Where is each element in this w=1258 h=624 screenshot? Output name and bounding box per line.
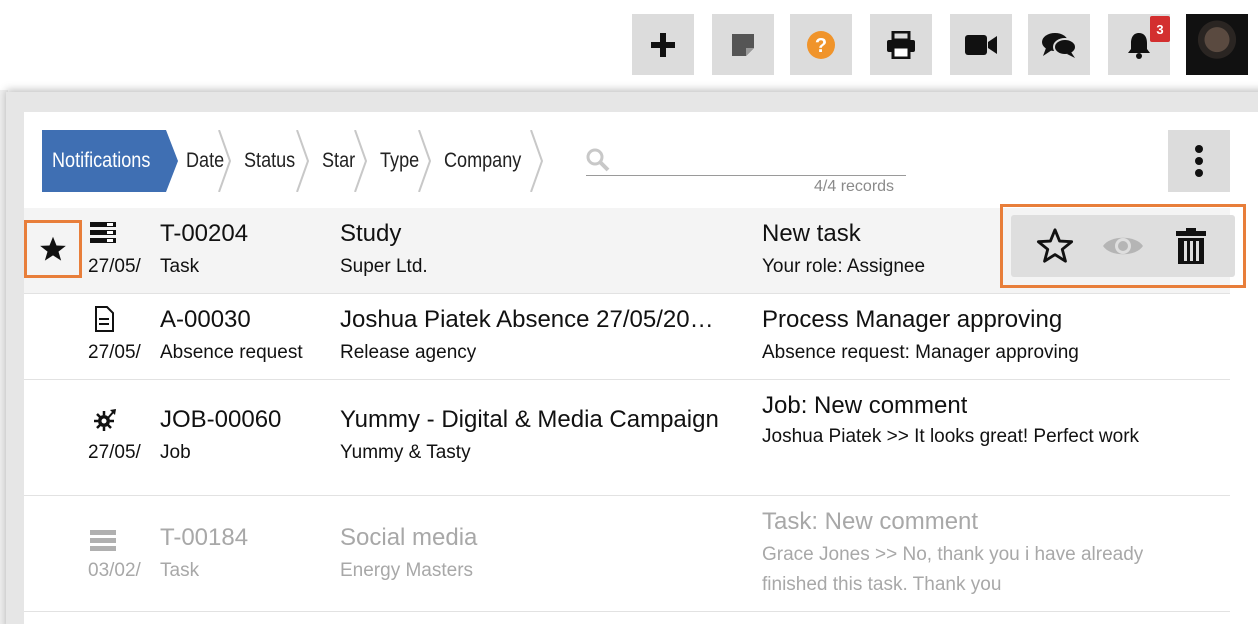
document-icon — [95, 306, 114, 332]
bell-icon — [1128, 32, 1150, 59]
task-icon — [90, 530, 116, 551]
notification-event: Process Manager approving — [762, 306, 1063, 333]
notification-date: 27/05/ — [88, 342, 141, 363]
notification-count-badge: 3 — [1150, 16, 1170, 42]
notification-date: 27/05/ — [88, 256, 141, 277]
star-outline-icon — [1036, 228, 1074, 263]
search-input[interactable] — [616, 146, 904, 174]
notification-company: Release agency — [340, 342, 477, 363]
star-button[interactable] — [1025, 221, 1085, 271]
notification-ref: A-00030 — [160, 306, 251, 333]
notification-company: Super Ltd. — [340, 256, 428, 277]
notification-type: Task — [160, 256, 200, 277]
notification-date: 27/05/ — [88, 442, 141, 463]
tab-type[interactable]: Type — [362, 130, 432, 192]
notification-title: Joshua Piatek Absence 27/05/20… — [340, 306, 714, 333]
chat-icon — [1042, 32, 1077, 58]
tab-separator-icon — [530, 130, 544, 192]
notification-ref: T-00204 — [160, 220, 249, 247]
notification-event: Task: New comment — [762, 508, 979, 535]
notification-row[interactable]: 03/02/ T-00184 Task Social media Energy … — [24, 496, 1230, 612]
notification-ref: T-00184 — [160, 524, 249, 551]
row-actions-highlight — [1000, 204, 1246, 288]
plus-icon — [651, 32, 675, 57]
video-button[interactable] — [950, 14, 1012, 75]
chat-button[interactable] — [1028, 14, 1090, 75]
records-count: 4/4 records — [814, 178, 895, 195]
task-icon — [90, 222, 116, 243]
notification-detail: Joshua Piatek >> It looks great! Perfect… — [762, 426, 1140, 447]
notification-detail: Your role: Assignee — [762, 256, 926, 277]
search-box — [586, 146, 906, 176]
delete-button[interactable] — [1161, 221, 1221, 271]
notification-date: 03/02/ — [88, 560, 141, 581]
trash-icon — [1176, 228, 1206, 264]
notification-row[interactable]: 27/05/ A-00030 Absence request Joshua Pi… — [24, 294, 1230, 380]
notification-company: Yummy & Tasty — [340, 442, 471, 463]
video-icon — [965, 34, 997, 55]
notifications-panel: Notifications Date Status Star Type Comp… — [24, 112, 1258, 624]
tab-notifications[interactable]: Notifications — [42, 130, 178, 192]
printer-icon — [887, 30, 915, 59]
filter-breadcrumb: Notifications Date Status Star Type Comp… — [42, 130, 544, 192]
row-actions — [1011, 215, 1235, 277]
eye-icon — [1103, 237, 1143, 255]
notification-type: Job — [160, 442, 191, 463]
star-filled-icon — [40, 236, 66, 261]
tab-company[interactable]: Company — [426, 130, 544, 192]
tab-arrow — [166, 130, 178, 192]
tab-star[interactable]: Star — [304, 130, 368, 192]
notification-detail: Absence request: Manager approving — [762, 342, 1079, 363]
help-icon: ? — [807, 30, 835, 59]
notification-detail: Grace Jones >> No, thank you i have alre… — [762, 544, 1144, 565]
star-toggle-button[interactable] — [24, 220, 82, 278]
job-icon — [94, 409, 116, 431]
sticky-note-button[interactable] — [712, 14, 774, 75]
notifications-button[interactable]: 3 — [1108, 14, 1170, 75]
notification-company: Energy Masters — [340, 560, 474, 581]
print-button[interactable] — [870, 14, 932, 75]
top-toolbar: ? 3 — [0, 0, 1258, 90]
notification-title: Yummy - Digital & Media Campaign — [340, 406, 719, 433]
notification-detail-continued: finished this task. Thank you — [762, 574, 1002, 595]
notification-row[interactable]: 27/05/ T-00204 Task Study Super Ltd. New… — [24, 204, 1246, 294]
help-button[interactable]: ? — [790, 14, 852, 75]
user-avatar[interactable] — [1186, 14, 1248, 75]
more-options-button[interactable] — [1168, 130, 1230, 192]
notification-row[interactable]: 27/05/ JOB-00060 Job Yummy - Digital & M… — [24, 380, 1230, 496]
note-icon — [732, 33, 754, 56]
add-button[interactable] — [632, 14, 694, 75]
notification-type: Absence request — [160, 342, 303, 363]
notification-event: New task — [762, 220, 861, 247]
notification-title: Study — [340, 220, 402, 247]
notification-event: Job: New comment — [762, 392, 968, 419]
tab-status[interactable]: Status — [226, 130, 310, 192]
notification-ref: JOB-00060 — [160, 406, 282, 433]
search-icon — [586, 148, 610, 172]
svg-text:?: ? — [815, 35, 827, 57]
notification-title: Social media — [340, 524, 478, 551]
kebab-menu-icon — [1195, 145, 1203, 177]
notification-type: Task — [160, 560, 200, 581]
mark-read-button[interactable] — [1093, 221, 1153, 271]
